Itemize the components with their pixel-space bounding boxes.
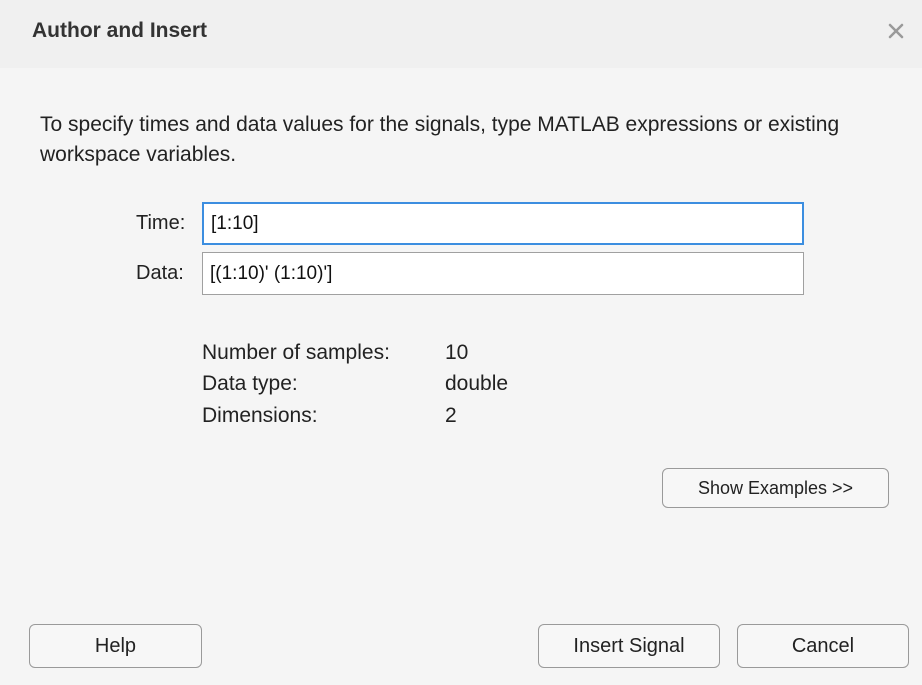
samples-value: 10	[445, 341, 469, 364]
cancel-button[interactable]: Cancel	[737, 624, 909, 668]
show-examples-button[interactable]: Show Examples >>	[662, 468, 889, 508]
data-label: Data:	[136, 262, 184, 284]
insert-signal-button[interactable]: Insert Signal	[538, 624, 720, 668]
close-icon[interactable]	[883, 18, 909, 44]
dialog-title: Author and Insert	[32, 19, 208, 42]
dimensions-label: Dimensions:	[202, 404, 318, 427]
author-insert-dialog: Author and Insert To specify times and d…	[0, 0, 922, 685]
title-bar: Author and Insert	[0, 0, 922, 68]
samples-label: Number of samples:	[202, 341, 390, 364]
time-input[interactable]	[202, 202, 804, 245]
dialog-body: To specify times and data values for the…	[0, 68, 922, 685]
data-type-value: double	[445, 372, 509, 395]
data-input[interactable]	[202, 252, 804, 295]
time-label: Time:	[136, 212, 186, 234]
dimensions-value: 2	[445, 404, 457, 427]
data-type-label: Data type:	[202, 372, 298, 395]
help-button[interactable]: Help	[29, 624, 202, 668]
description-text: To specify times and data values for the…	[40, 113, 840, 166]
